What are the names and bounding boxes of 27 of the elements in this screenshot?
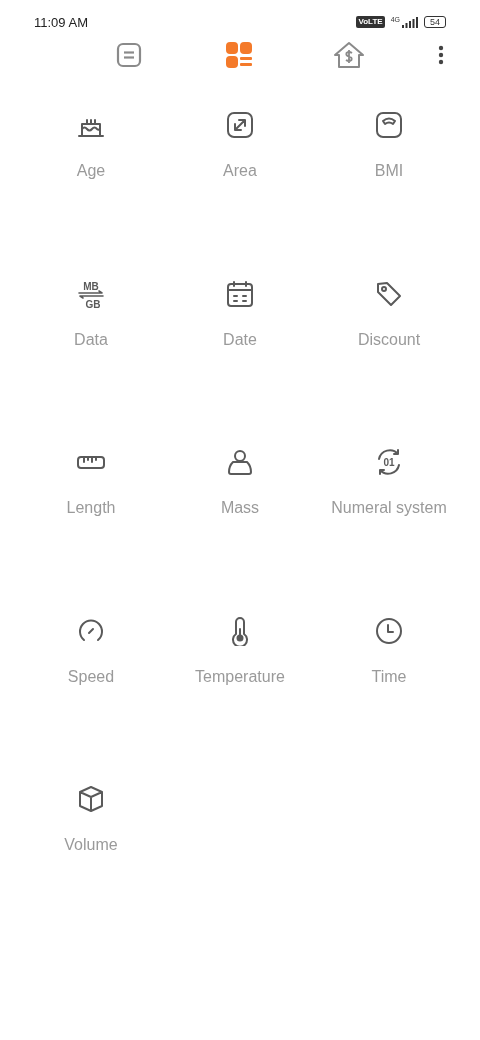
- converter-item[interactable]: BMI: [314, 110, 464, 200]
- resize-icon: [225, 110, 255, 140]
- person-icon: [225, 447, 255, 477]
- cube-icon: [76, 784, 106, 814]
- converter-item[interactable]: Date: [165, 278, 315, 369]
- house-dollar-icon: [333, 41, 365, 69]
- note-icon: [115, 41, 143, 69]
- converter-item[interactable]: Time: [314, 615, 464, 706]
- converter-item[interactable]: Speed: [16, 615, 166, 706]
- status-time: 11:09 AM: [34, 14, 88, 30]
- more-icon: [438, 45, 444, 65]
- grid-icon: [225, 41, 253, 69]
- volte-badge: VoLTE: [356, 16, 385, 28]
- converter-item[interactable]: 01 Numeral system: [314, 447, 464, 537]
- converter-item[interactable]: Length: [16, 447, 166, 537]
- converter-item[interactable]: Age: [16, 110, 166, 200]
- signal-icon: [402, 16, 418, 28]
- calendar-icon: [225, 278, 255, 309]
- converter-item[interactable]: Temperature: [165, 615, 315, 706]
- clock-icon: [374, 615, 404, 646]
- converter-item[interactable]: MB GB Data: [16, 278, 166, 369]
- converter-item[interactable]: Discount: [314, 278, 464, 369]
- scale-icon: [374, 110, 404, 140]
- converter-item[interactable]: Area: [165, 110, 315, 200]
- battery-level: 54: [424, 16, 446, 28]
- converter-item[interactable]: Mass: [165, 447, 315, 537]
- converter-item[interactable]: Volume: [16, 784, 166, 874]
